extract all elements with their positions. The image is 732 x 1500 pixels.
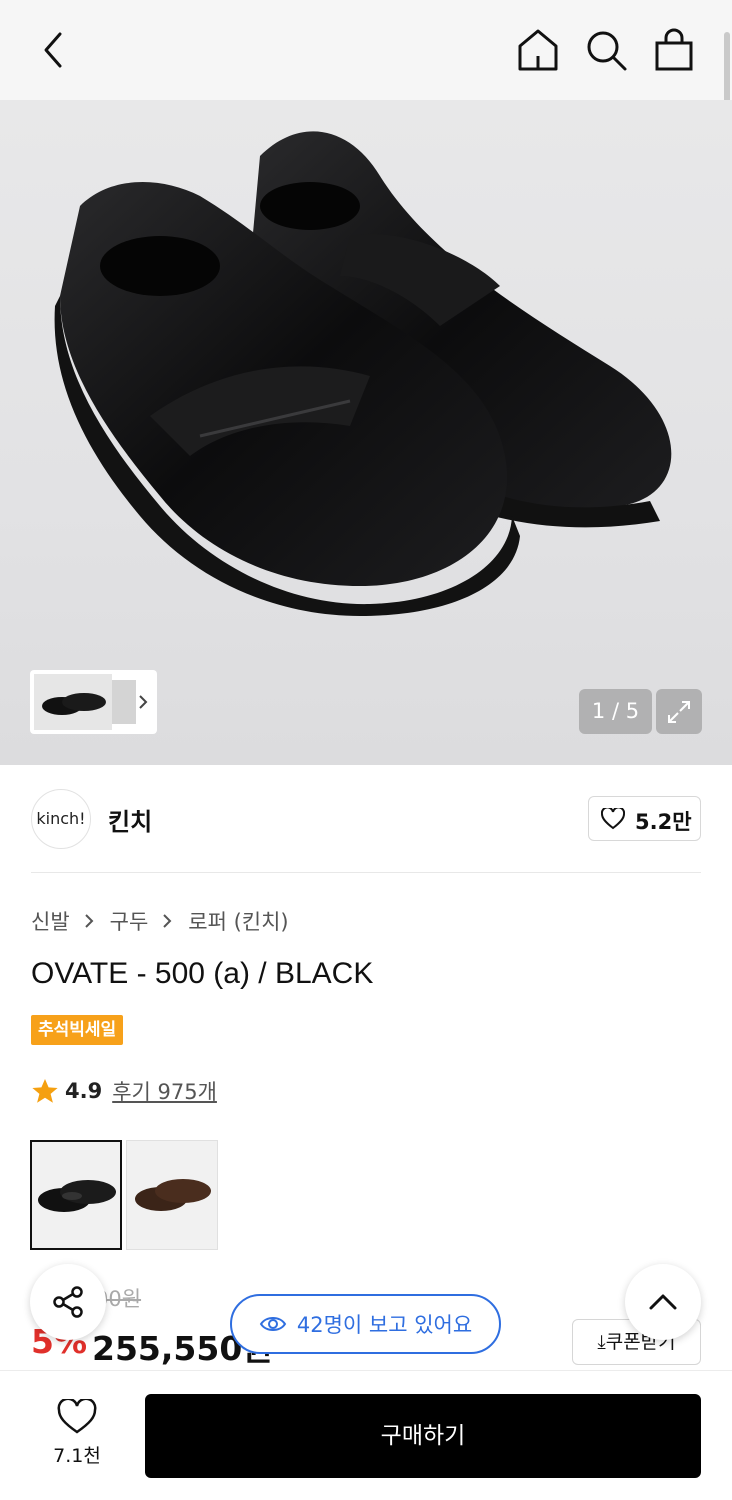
scroll-to-top-button[interactable] xyxy=(625,1264,701,1340)
sale-badge: 추석빅세일 xyxy=(31,1015,124,1045)
product-title: OVATE - 500 (a) / BLACK xyxy=(31,957,374,990)
brand-logo[interactable]: kinch! xyxy=(31,789,91,849)
expand-icon xyxy=(668,701,690,723)
product-photo-loafers xyxy=(54,131,672,616)
color-option-black[interactable] xyxy=(30,1140,122,1250)
chevron-right-icon xyxy=(84,914,94,928)
breadcrumb-item[interactable]: 구두 xyxy=(110,906,149,936)
gallery-thumbnail[interactable] xyxy=(112,680,136,724)
gallery-counter: 1 / 5 xyxy=(579,689,652,734)
share-icon xyxy=(53,1286,83,1318)
star-icon xyxy=(32,1079,58,1103)
breadcrumb: 신발 구두 로퍼 (킨치) xyxy=(31,906,289,936)
buy-button[interactable]: 구매하기 xyxy=(145,1394,701,1478)
reviews-link[interactable]: 후기 975개 xyxy=(112,1076,217,1106)
color-option-brown[interactable] xyxy=(126,1140,218,1250)
brand-name[interactable]: 킨치 xyxy=(108,802,152,837)
viewers-text: 42명이 보고 있어요 xyxy=(296,1313,473,1337)
color-option-image xyxy=(38,1180,116,1212)
share-button[interactable] xyxy=(30,1264,106,1340)
shopping-bag-icon[interactable] xyxy=(650,26,698,74)
expand-button[interactable] xyxy=(656,689,702,734)
thumbnail-shoe-image xyxy=(42,693,106,715)
divider xyxy=(31,872,701,873)
chevron-up-icon xyxy=(649,1294,677,1310)
product-page: 1 / 5 kinch! 킨치 5.2만 신발 구두 로퍼 (킨치) OVATE… xyxy=(0,0,732,1500)
chevron-right-icon[interactable] xyxy=(136,690,150,714)
product-image-gallery[interactable]: 1 / 5 xyxy=(0,100,732,765)
rating-score: 4.9 xyxy=(65,1079,103,1103)
color-option-image xyxy=(135,1179,211,1211)
eye-icon xyxy=(259,1317,287,1331)
viewers-count-pill: 42명이 보고 있어요 xyxy=(230,1294,501,1354)
breadcrumb-item[interactable]: 신발 xyxy=(31,906,70,936)
heart-icon xyxy=(601,808,625,830)
gallery-thumbnail[interactable] xyxy=(34,674,112,730)
home-icon[interactable] xyxy=(514,26,562,74)
bottom-action-bar: 7.1천 구매하기 xyxy=(0,1370,732,1500)
wishlist-count: 7.1천 xyxy=(53,1445,101,1467)
breadcrumb-item[interactable]: 로퍼 (킨치) xyxy=(188,906,288,936)
wishlist-button[interactable]: 7.1천 xyxy=(46,1399,108,1479)
chevron-left-icon[interactable] xyxy=(34,28,74,72)
brand-like-count: 5.2만 xyxy=(635,810,692,834)
search-icon[interactable] xyxy=(582,26,630,74)
chevron-right-icon xyxy=(163,914,172,928)
brand-like-button[interactable]: 5.2만 xyxy=(588,796,701,841)
heart-icon xyxy=(57,1399,97,1434)
rating-summary: 4.9 후기 975개 xyxy=(31,1076,217,1106)
gallery-thumbnail-strip[interactable] xyxy=(30,670,157,734)
top-nav-bar xyxy=(0,0,732,100)
